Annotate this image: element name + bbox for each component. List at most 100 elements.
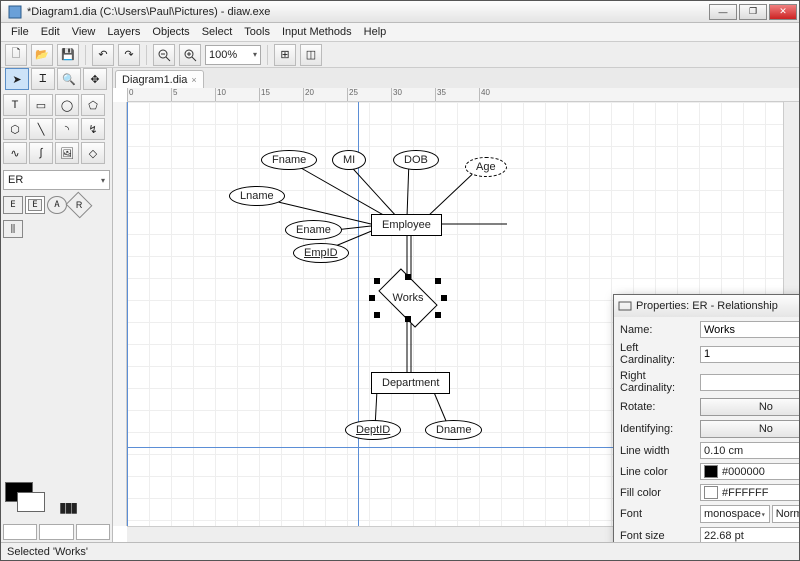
- sheet-selector[interactable]: ER: [3, 170, 110, 190]
- undo-icon[interactable]: ↶: [92, 44, 114, 66]
- window-title: *Diagram1.dia (C:\Users\Paul\Pictures) -…: [27, 6, 707, 18]
- text-tool[interactable]: T: [3, 94, 27, 116]
- box-tool[interactable]: ▭: [29, 94, 53, 116]
- menu-input-methods[interactable]: Input Methods: [276, 24, 358, 40]
- selection-handle[interactable]: [374, 278, 380, 284]
- background-swatch[interactable]: [17, 492, 45, 512]
- selection-handle[interactable]: [405, 274, 411, 280]
- text-cursor-tool[interactable]: Ꮖ: [31, 68, 55, 90]
- dialog-title-bar[interactable]: Properties: ER - Relationship ✕: [614, 295, 799, 317]
- outline-tool[interactable]: ◇: [81, 142, 105, 164]
- polygon-tool[interactable]: ⬠: [81, 94, 105, 116]
- document-tabs: Diagram1.dia ×: [113, 68, 799, 88]
- er-attribute-icon[interactable]: A: [47, 196, 67, 214]
- snap-icon[interactable]: ◫: [300, 44, 322, 66]
- attr-deptid[interactable]: DeptID: [345, 420, 401, 440]
- line-pattern-icon[interactable]: ▮▮▮: [59, 499, 76, 516]
- label-identifying: Identifying:: [620, 423, 696, 435]
- selection-handle[interactable]: [369, 295, 375, 301]
- selection-handle[interactable]: [435, 312, 441, 318]
- field-font-name[interactable]: monospace: [700, 505, 770, 523]
- ellipse-tool[interactable]: ◯: [55, 94, 79, 116]
- zoom-combo[interactable]: 100%: [205, 45, 261, 65]
- zoom-value: 100%: [209, 49, 237, 61]
- pointer-tool[interactable]: ➤: [5, 68, 29, 90]
- toolbox: ➤ Ꮖ 🔍 ✥ T ▭ ◯ ⬠ ⬡ ╲ ◝ ↯ ∿ ∫ 🖼 ◇ ER: [1, 68, 113, 542]
- field-fill-color[interactable]: #FFFFFF ▼: [700, 484, 799, 501]
- field-font-size[interactable]: 22.68 pt ▲▼: [700, 527, 799, 542]
- label-font-size: Font size: [620, 530, 696, 542]
- attr-dob[interactable]: DOB: [393, 150, 439, 170]
- tab-diagram1[interactable]: Diagram1.dia ×: [115, 70, 204, 88]
- dialog-icon: [618, 299, 632, 313]
- field-line-color[interactable]: #000000 ▼: [700, 463, 799, 480]
- field-right-cardinality[interactable]: [700, 374, 799, 391]
- field-left-cardinality[interactable]: [700, 346, 799, 363]
- color-swatches[interactable]: [5, 482, 51, 516]
- line-style[interactable]: [39, 524, 73, 540]
- dialog-title: Properties: ER - Relationship: [636, 300, 799, 312]
- selection-handle[interactable]: [405, 316, 411, 322]
- menu-tools[interactable]: Tools: [238, 24, 276, 40]
- menu-layers[interactable]: Layers: [101, 24, 146, 40]
- attr-lname[interactable]: Lname: [229, 186, 285, 206]
- er-weak-entity-icon[interactable]: E: [25, 196, 45, 214]
- attr-dname[interactable]: Dname: [425, 420, 482, 440]
- relationship-works[interactable]: Works: [382, 282, 434, 314]
- menu-select[interactable]: Select: [196, 24, 239, 40]
- er-participation-icon[interactable]: ‖: [3, 220, 23, 238]
- menu-file[interactable]: File: [5, 24, 35, 40]
- entity-department[interactable]: Department: [371, 372, 450, 394]
- entity-employee[interactable]: Employee: [371, 214, 442, 236]
- magnify-tool[interactable]: 🔍: [57, 68, 81, 90]
- pan-tool[interactable]: ✥: [83, 68, 107, 90]
- bezier-tool[interactable]: ∫: [29, 142, 53, 164]
- field-rotate[interactable]: No: [700, 398, 799, 416]
- attr-mi[interactable]: MI: [332, 150, 366, 170]
- open-icon[interactable]: 📂: [31, 44, 53, 66]
- zigzag-tool[interactable]: ↯: [81, 118, 105, 140]
- menu-help[interactable]: Help: [358, 24, 393, 40]
- tab-close-icon[interactable]: ×: [191, 75, 196, 85]
- field-font-style[interactable]: Normal: [772, 505, 799, 523]
- field-line-width[interactable]: 0.10 cm ▲▼: [700, 442, 799, 459]
- polyline-tool[interactable]: ∿: [3, 142, 27, 164]
- minimize-button[interactable]: —: [709, 4, 737, 20]
- selection-handle[interactable]: [374, 312, 380, 318]
- close-button[interactable]: ✕: [769, 4, 797, 20]
- field-name[interactable]: [700, 321, 799, 338]
- save-icon[interactable]: 💾: [57, 44, 79, 66]
- arc-tool[interactable]: ◝: [55, 118, 79, 140]
- zoom-in-icon[interactable]: [179, 44, 201, 66]
- selection-handle[interactable]: [441, 295, 447, 301]
- ruler-horizontal: 0510152025303540: [127, 88, 799, 102]
- status-text: Selected 'Works': [7, 546, 88, 558]
- menu-objects[interactable]: Objects: [146, 24, 195, 40]
- attr-fname[interactable]: Fname: [261, 150, 317, 170]
- label-name: Name:: [620, 324, 696, 336]
- app-icon: [7, 4, 23, 20]
- arrow-end[interactable]: [76, 524, 110, 540]
- maximize-button[interactable]: ❐: [739, 4, 767, 20]
- image-tool[interactable]: 🖼: [55, 142, 79, 164]
- attr-ename[interactable]: Ename: [285, 220, 342, 240]
- field-identifying[interactable]: No: [700, 420, 799, 438]
- grid-icon[interactable]: ⊞: [274, 44, 296, 66]
- label-line-width: Line width: [620, 445, 696, 457]
- attr-empid[interactable]: EmpID: [293, 243, 349, 263]
- er-relationship-icon[interactable]: R: [66, 192, 93, 219]
- label-right-cardinality: Right Cardinality:: [620, 370, 696, 394]
- title-bar: *Diagram1.dia (C:\Users\Paul\Pictures) -…: [1, 1, 799, 23]
- redo-icon[interactable]: ↷: [118, 44, 140, 66]
- beziergon-tool[interactable]: ⬡: [3, 118, 27, 140]
- attr-age[interactable]: Age: [465, 157, 507, 177]
- menu-edit[interactable]: Edit: [35, 24, 66, 40]
- line-tool[interactable]: ╲: [29, 118, 53, 140]
- zoom-out-icon[interactable]: [153, 44, 175, 66]
- new-icon[interactable]: 🗋: [5, 44, 27, 66]
- arrow-start[interactable]: [3, 524, 37, 540]
- er-entity-icon[interactable]: E: [3, 196, 23, 214]
- selection-handle[interactable]: [435, 278, 441, 284]
- label-left-cardinality: Left Cardinality:: [620, 342, 696, 366]
- menu-view[interactable]: View: [66, 24, 102, 40]
